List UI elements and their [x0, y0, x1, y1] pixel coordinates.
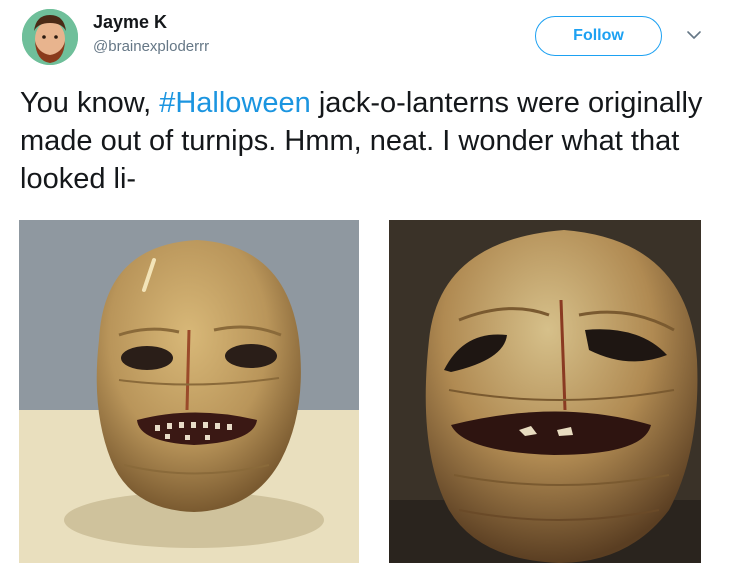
chevron-down-icon[interactable] — [683, 24, 705, 46]
hashtag-link[interactable]: #Halloween — [159, 87, 311, 119]
photo-right[interactable] — [389, 220, 701, 563]
turnip-lantern-photo-right — [389, 220, 701, 563]
tweet-text-intro: You know, — [20, 87, 160, 119]
turnip-lantern-photo-left — [19, 220, 359, 563]
avatar-illustration — [22, 9, 78, 65]
photo-left[interactable] — [19, 220, 359, 563]
tweet-text: You know, #Halloween jack-o-lanterns wer… — [20, 84, 720, 198]
follow-button[interactable]: Follow — [535, 16, 662, 56]
user-name[interactable]: Jayme K — [93, 12, 167, 33]
user-handle[interactable]: @brainexploderrr — [93, 38, 209, 55]
avatar[interactable] — [22, 9, 78, 65]
